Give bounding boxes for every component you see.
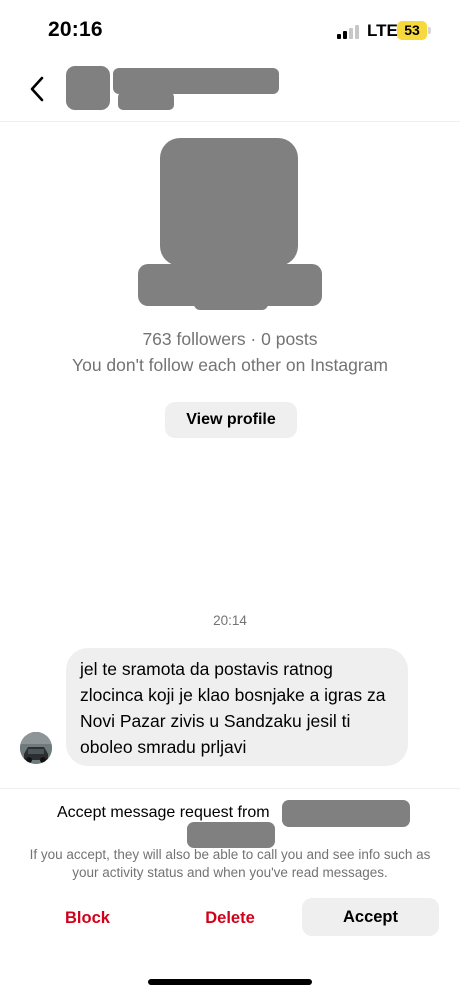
message-bubble[interactable]: jel te sramota da postavis ratnog zlocin… <box>66 648 408 766</box>
header-username-redacted <box>118 92 174 110</box>
view-profile-button[interactable]: View profile <box>165 402 297 438</box>
requester-name-redacted <box>282 800 410 827</box>
accept-request-prompt: Accept message request from <box>57 804 270 821</box>
sender-avatar[interactable] <box>20 732 52 764</box>
block-button[interactable]: Block <box>22 900 152 936</box>
message-timestamp: 20:14 <box>213 613 247 628</box>
header-name-redacted[interactable] <box>113 68 279 94</box>
status-bar: 20:16 LTE 53 <box>0 0 460 60</box>
chat-header <box>0 60 460 122</box>
header-avatar-redacted[interactable] <box>66 66 110 110</box>
follow-status: You don't follow each other on Instagram <box>72 355 388 375</box>
chevron-left-icon[interactable] <box>24 72 54 106</box>
accept-button[interactable]: Accept <box>302 898 439 936</box>
status-time: 20:16 <box>48 18 103 41</box>
network-type: LTE <box>367 21 398 40</box>
battery-tip <box>428 27 431 34</box>
delete-button[interactable]: Delete <box>180 900 280 936</box>
profile-avatar-redacted[interactable] <box>138 138 322 310</box>
battery-icon: 53 <box>397 21 427 40</box>
accept-request-info: If you accept, they will also be able to… <box>29 847 431 880</box>
followers-count: 763 followers · 0 posts <box>142 329 318 349</box>
cellular-signal-icon <box>337 25 361 39</box>
home-indicator[interactable] <box>148 979 312 985</box>
requester-username-redacted <box>187 822 275 848</box>
